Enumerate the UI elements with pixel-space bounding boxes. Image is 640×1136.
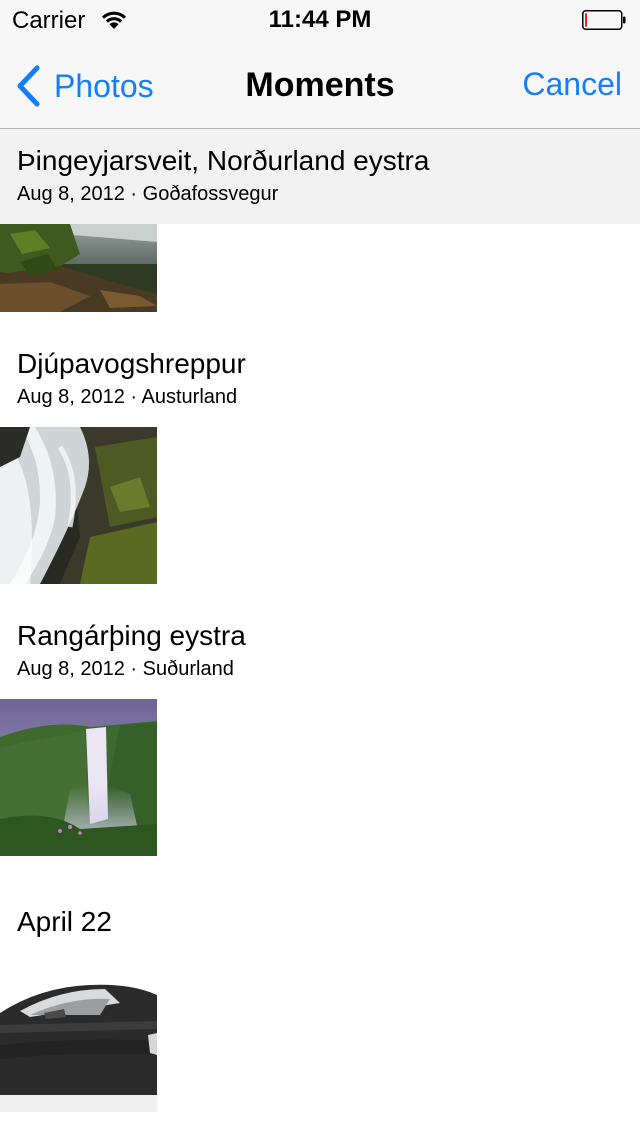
section-subtitle: Aug 8, 2012 · Suðurland bbox=[17, 658, 234, 680]
status-bar: Carrier 11:44 PM bbox=[0, 0, 640, 40]
photo-thumbnail-waterfall[interactable] bbox=[0, 427, 157, 584]
photo-thumbnail-car[interactable] bbox=[0, 955, 157, 1112]
section-header-sticky[interactable]: Þingeyjarsveit, Norðurland eystra Aug 8,… bbox=[0, 129, 640, 224]
section-title: Þingeyjarsveit, Norðurland eystra bbox=[17, 145, 430, 176]
photo-thumbnail-skogafoss[interactable] bbox=[0, 699, 157, 856]
section-subtitle: Aug 8, 2012 · Goðafossvegur bbox=[17, 183, 279, 205]
photo-thumbnail-godafoss[interactable] bbox=[0, 224, 157, 312]
navigation-bar: Photos Moments Cancel bbox=[0, 40, 640, 129]
section-title[interactable]: Rangárþing eystra bbox=[17, 620, 246, 652]
section-title[interactable]: April 22 bbox=[17, 906, 112, 938]
cancel-button[interactable]: Cancel bbox=[522, 66, 622, 103]
status-time: 11:44 PM bbox=[268, 6, 372, 33]
section-subtitle: Aug 8, 2012 · Austurland bbox=[17, 386, 238, 408]
section-title[interactable]: Djúpavogshreppur bbox=[17, 348, 246, 380]
battery-icon bbox=[582, 10, 626, 30]
